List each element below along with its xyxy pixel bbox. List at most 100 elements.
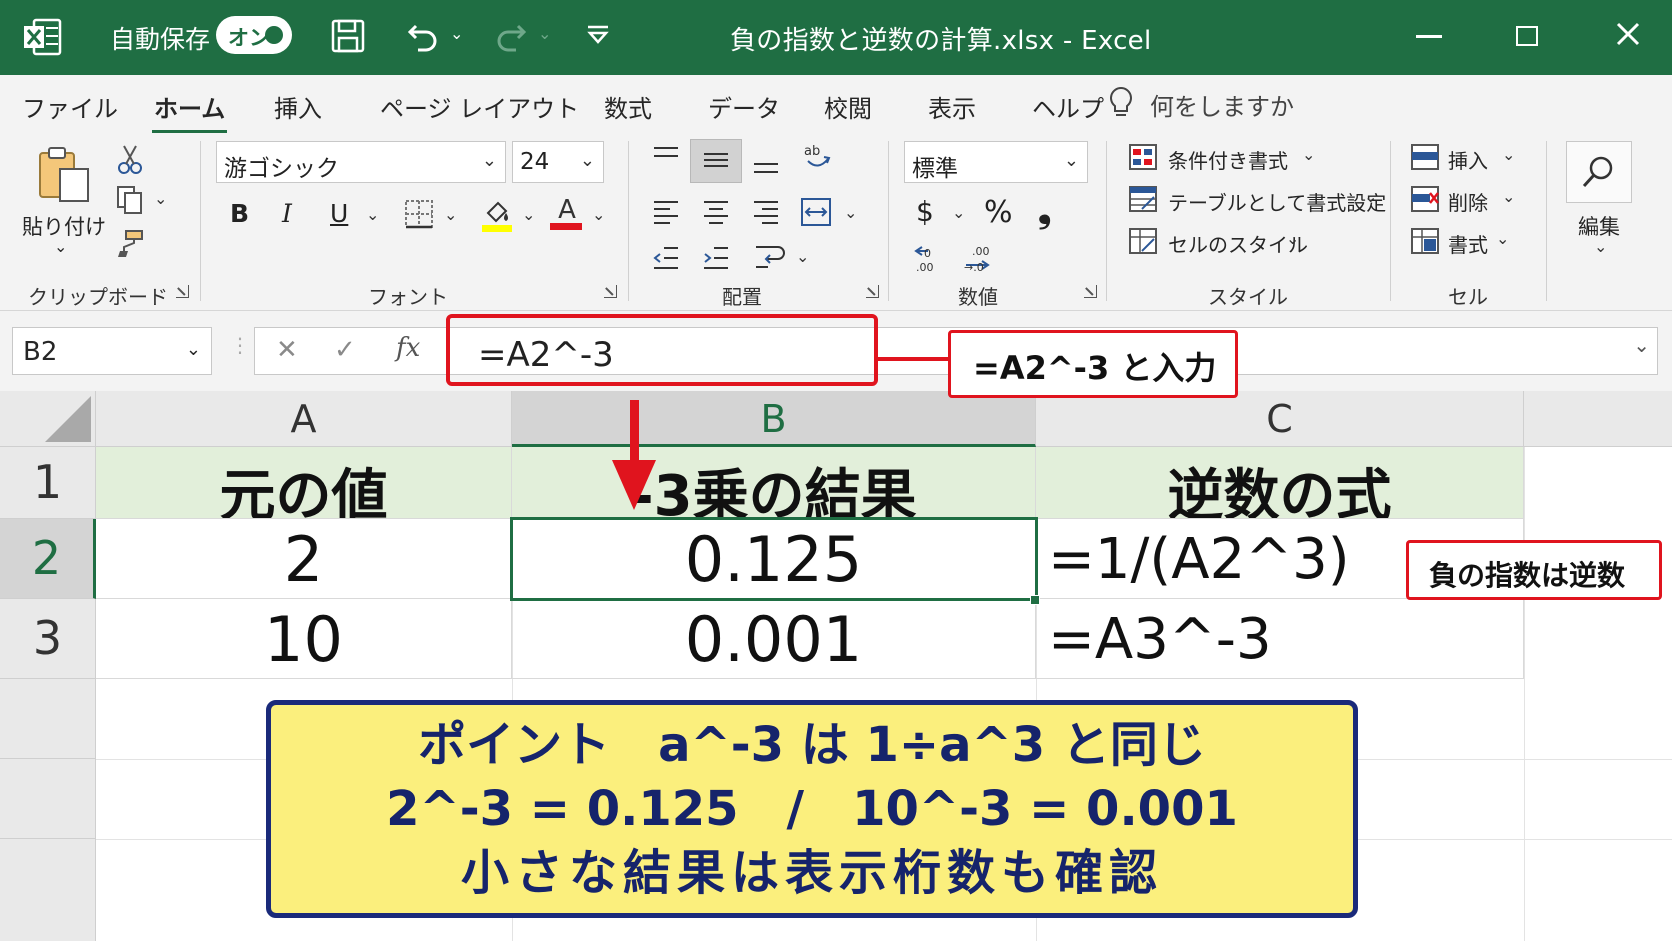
align-middle-icon[interactable]	[702, 149, 730, 175]
alignment-launcher-icon[interactable]	[866, 285, 879, 298]
minimize-button[interactable]	[1416, 35, 1442, 38]
italic-button[interactable]: I	[282, 199, 292, 228]
increase-decimal-icon[interactable]: 0.00	[912, 243, 946, 277]
format-as-table-icon[interactable]	[1128, 185, 1158, 217]
delete-cells-icon[interactable]	[1410, 185, 1440, 217]
currency-button[interactable]: $	[916, 195, 934, 228]
maximize-button[interactable]	[1516, 26, 1538, 46]
orientation-icon[interactable]: ab	[802, 141, 832, 177]
format-as-table-label[interactable]: テーブルとして書式設定	[1168, 187, 1386, 216]
undo-dropdown-chevron-icon[interactable]: ⌄	[450, 24, 463, 43]
cell-styles-icon[interactable]	[1128, 227, 1158, 259]
decrease-indent-icon[interactable]	[652, 245, 680, 275]
font-color-button[interactable]: A	[550, 195, 584, 230]
cell-a3[interactable]: 10	[96, 599, 512, 679]
customize-qat-icon[interactable]	[586, 24, 610, 46]
column-header-a[interactable]: A	[96, 391, 512, 447]
percent-button[interactable]: %	[984, 195, 1013, 230]
align-center-icon[interactable]	[702, 199, 730, 229]
chevron-down-icon[interactable]: ⌄	[1364, 187, 1377, 206]
paste-icon[interactable]	[36, 145, 92, 209]
borders-chevron-icon[interactable]: ⌄	[444, 205, 457, 224]
tab-help[interactable]: ヘルプ	[1032, 89, 1104, 124]
wrap-text-icon[interactable]	[754, 241, 788, 275]
fill-color-chevron-icon[interactable]: ⌄	[522, 205, 535, 224]
tab-file[interactable]: ファイル	[22, 89, 118, 124]
cell-a1[interactable]: 元の値	[96, 447, 512, 519]
comma-style-button[interactable]: ❟	[1038, 191, 1051, 231]
tab-insert[interactable]: 挿入	[274, 89, 322, 124]
number-format-combo[interactable]: 標準 ⌄	[904, 141, 1088, 183]
chevron-down-icon[interactable]: ⌄	[1502, 187, 1515, 206]
insert-function-button[interactable]: fx	[396, 333, 420, 363]
fill-color-icon[interactable]	[480, 197, 514, 237]
align-right-icon[interactable]	[752, 199, 780, 229]
merge-center-icon[interactable]	[800, 197, 832, 231]
formula-bar-grip[interactable]: ⋮	[230, 333, 250, 357]
underline-button[interactable]: U	[330, 199, 348, 228]
insert-cells-label[interactable]: 挿入	[1448, 145, 1488, 174]
column-header-d[interactable]	[1524, 391, 1672, 447]
save-icon[interactable]	[330, 18, 366, 54]
fill-handle[interactable]	[1030, 595, 1040, 605]
chevron-down-icon[interactable]: ⌄	[1502, 145, 1515, 164]
format-cells-icon[interactable]	[1410, 227, 1440, 259]
number-launcher-icon[interactable]	[1084, 285, 1097, 298]
cell-b3[interactable]: 0.001	[512, 599, 1036, 679]
decrease-decimal-icon[interactable]: .00 →.0	[960, 243, 994, 277]
format-painter-icon[interactable]	[114, 229, 146, 263]
tell-me-search[interactable]: 何をしますか	[1110, 86, 1294, 122]
copy-chevron-icon[interactable]: ⌄	[154, 189, 167, 208]
wrap-chevron-icon[interactable]: ⌄	[796, 247, 809, 266]
editing-chevron-icon[interactable]: ⌄	[1594, 237, 1607, 256]
row-header-4[interactable]	[0, 679, 96, 759]
row-header-3[interactable]: 3	[0, 599, 96, 679]
cell-c1[interactable]: 逆数の式	[1036, 447, 1524, 519]
cell-c3[interactable]: =A3^-3	[1036, 599, 1524, 679]
increase-indent-icon[interactable]	[702, 245, 730, 275]
align-left-icon[interactable]	[652, 199, 680, 229]
chevron-down-icon[interactable]: ⌄	[1286, 229, 1299, 248]
tab-formulas[interactable]: 数式	[604, 89, 652, 124]
delete-cells-label[interactable]: 削除	[1448, 187, 1488, 216]
cell-a2[interactable]: 2	[96, 519, 512, 599]
underline-chevron-icon[interactable]: ⌄	[366, 205, 379, 224]
paste-chevron-icon[interactable]: ⌄	[54, 237, 67, 256]
tab-home[interactable]: ホーム	[151, 89, 228, 134]
font-name-combo[interactable]: 游ゴシック ⌄	[216, 141, 506, 183]
row-header-6[interactable]	[0, 839, 96, 941]
row-header-1[interactable]: 1	[0, 447, 96, 519]
cell-b1[interactable]: -3乗の結果	[512, 447, 1036, 519]
align-top-icon[interactable]	[652, 145, 680, 171]
confirm-entry-button[interactable]: ✓	[334, 335, 356, 365]
row-header-2[interactable]: 2	[0, 519, 96, 599]
align-bottom-icon[interactable]	[752, 153, 780, 179]
font-color-chevron-icon[interactable]: ⌄	[592, 205, 605, 224]
row-header-5[interactable]	[0, 759, 96, 839]
close-button[interactable]	[1614, 20, 1642, 52]
insert-cells-icon[interactable]	[1410, 143, 1440, 175]
clipboard-launcher-icon[interactable]	[176, 285, 189, 298]
copy-icon[interactable]	[116, 185, 144, 219]
column-header-b[interactable]: B	[512, 391, 1036, 447]
chevron-down-icon[interactable]: ⌄	[1496, 229, 1509, 248]
borders-icon[interactable]	[404, 199, 434, 233]
tab-data[interactable]: データ	[708, 89, 780, 124]
cut-icon[interactable]	[116, 143, 144, 179]
bold-button[interactable]: B	[230, 199, 249, 228]
cancel-entry-button[interactable]: ✕	[276, 335, 298, 365]
editing-button[interactable]	[1566, 141, 1632, 203]
chevron-down-icon[interactable]: ⌄	[1302, 145, 1315, 164]
conditional-format-label[interactable]: 条件付き書式	[1168, 145, 1288, 174]
format-cells-label[interactable]: 書式	[1448, 229, 1488, 258]
font-launcher-icon[interactable]	[604, 285, 617, 298]
tab-view[interactable]: 表示	[928, 89, 976, 124]
currency-chevron-icon[interactable]: ⌄	[952, 203, 965, 222]
font-size-combo[interactable]: 24 ⌄	[512, 141, 604, 183]
autosave-toggle[interactable]: オン	[216, 16, 292, 54]
merge-chevron-icon[interactable]: ⌄	[844, 203, 857, 222]
conditional-format-icon[interactable]	[1128, 143, 1158, 175]
undo-icon[interactable]	[406, 18, 440, 52]
name-box[interactable]: B2 ⌄	[12, 327, 212, 375]
tab-review[interactable]: 校閲	[824, 89, 872, 124]
